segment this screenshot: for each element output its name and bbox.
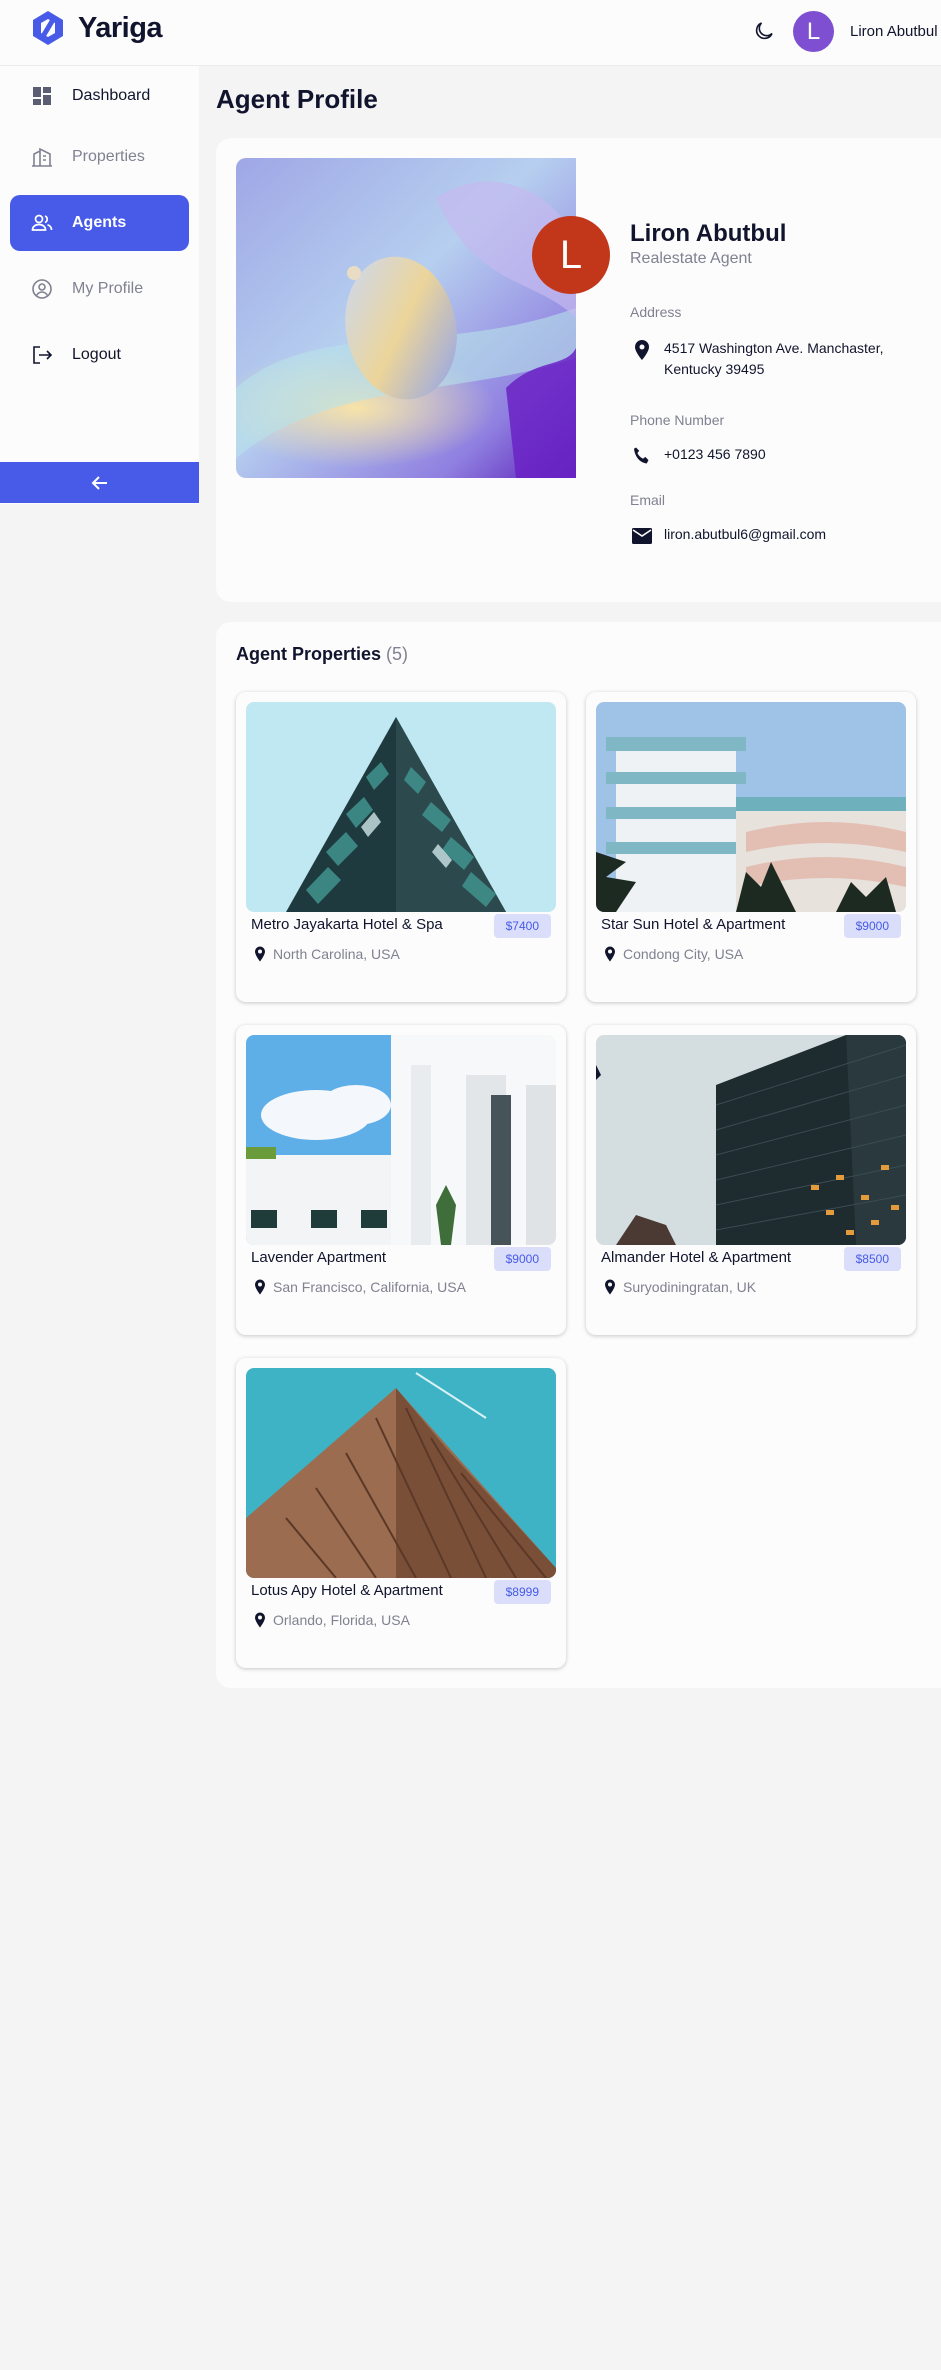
location-pin-icon: [601, 1278, 619, 1296]
address-line-1: 4517 Washington Ave. Manchaster,: [664, 340, 884, 356]
property-card[interactable]: Star Sun Hotel & Apartment $9000 Condong…: [586, 692, 916, 1002]
email-row: liron.abutbul6@gmail.com: [630, 524, 826, 548]
sidebar-item-properties[interactable]: Properties: [10, 129, 189, 185]
mail-icon: [630, 524, 654, 548]
location-pin-icon: [251, 1611, 269, 1629]
user-avatar[interactable]: L: [793, 11, 834, 52]
property-location: Suryodiningratan, UK: [601, 1278, 756, 1296]
sidebar-item-label: Logout: [72, 346, 121, 363]
address-label: Address: [630, 304, 682, 320]
property-location: North Carolina, USA: [251, 945, 400, 963]
property-price: $9000: [843, 914, 901, 938]
phone-label: Phone Number: [630, 412, 725, 428]
property-price: $8999: [493, 1580, 551, 1604]
email-label: Email: [630, 492, 666, 508]
location-pin-icon: [251, 1278, 269, 1296]
account-circle-icon: [30, 277, 54, 301]
sidebar-item-my-profile[interactable]: My Profile: [10, 261, 189, 317]
collapse-sidebar-button[interactable]: [0, 462, 199, 503]
property-title: Lotus Apy Hotel & Apartment: [251, 1582, 443, 1599]
phone-number: +0123 456 7890: [664, 446, 766, 462]
people-icon: [30, 211, 54, 235]
property-price: $7400: [493, 914, 551, 938]
dark-mode-toggle-icon[interactable]: [752, 19, 776, 43]
property-location: Condong City, USA: [601, 945, 743, 963]
app-logo[interactable]: Yariga: [28, 8, 163, 48]
agent-profile-card: L Liron Abutbul Realestate Agent Address…: [216, 138, 941, 602]
property-card[interactable]: Lavender Apartment $9000 San Francisco, …: [236, 1025, 566, 1335]
address-line-2: Kentucky 39495: [664, 361, 765, 377]
sidebar-item-label: Dashboard: [72, 87, 151, 104]
page-title: Agent Profile: [216, 84, 378, 114]
property-title: Star Sun Hotel & Apartment: [601, 916, 786, 933]
agent-avatar: L: [532, 216, 610, 294]
property-image: [246, 1035, 556, 1245]
property-image: [246, 702, 556, 912]
property-image: [246, 1368, 556, 1578]
phone-icon: [630, 444, 654, 468]
sidebar-item-dashboard[interactable]: Dashboard: [10, 68, 189, 124]
property-card[interactable]: Almander Hotel & Apartment $8500 Suryodi…: [586, 1025, 916, 1335]
property-count: (5): [386, 644, 409, 664]
profile-cover-image: [236, 158, 576, 478]
app-name: Yariga: [78, 11, 163, 44]
header-user-name: Liron Abutbul: [850, 23, 938, 40]
address-row: 4517 Washington Ave. Manchaster, Kentuck…: [630, 338, 883, 380]
sidebar-item-label: My Profile: [72, 280, 144, 297]
sidebar: Dashboard Properties Agents My Profile L…: [0, 66, 199, 504]
phone-row: +0123 456 7890: [630, 444, 766, 468]
logout-icon: [30, 343, 54, 367]
property-image: [596, 1035, 906, 1245]
location-pin-icon: [601, 945, 619, 963]
yariga-logo-icon: [33, 11, 63, 45]
sidebar-item-agents[interactable]: Agents: [10, 195, 189, 251]
property-card[interactable]: Lotus Apy Hotel & Apartment $8999 Orland…: [236, 1358, 566, 1668]
property-title: Lavender Apartment: [251, 1249, 387, 1266]
agent-role: Realestate Agent: [630, 250, 752, 267]
email-address[interactable]: liron.abutbul6@gmail.com: [664, 524, 826, 545]
dashboard-icon: [30, 84, 54, 108]
property-image: [596, 702, 906, 912]
property-title: Almander Hotel & Apartment: [601, 1249, 792, 1266]
property-price: $9000: [493, 1247, 551, 1271]
location-pin-icon: [630, 338, 654, 362]
sidebar-item-logout[interactable]: Logout: [10, 327, 189, 383]
property-card[interactable]: Metro Jayakarta Hotel & Spa $7400 North …: [236, 692, 566, 1002]
top-header: Yariga L Liron Abutbul: [0, 0, 941, 66]
sidebar-item-label: Agents: [72, 214, 127, 231]
property-location: San Francisco, California, USA: [251, 1278, 466, 1296]
location-pin-icon: [251, 945, 269, 963]
section-title: Agent Properties (5): [236, 644, 409, 664]
property-location: Orlando, Florida, USA: [251, 1611, 410, 1629]
arrow-left-icon: [91, 475, 107, 490]
building-icon: [30, 145, 54, 169]
property-price: $8500: [843, 1247, 901, 1271]
property-title: Metro Jayakarta Hotel & Spa: [251, 916, 443, 933]
agent-properties-section: Agent Properties (5) Metro Jayakarta Hot…: [216, 622, 941, 1688]
sidebar-item-label: Properties: [72, 148, 145, 165]
agent-name: Liron Abutbul: [630, 220, 787, 247]
